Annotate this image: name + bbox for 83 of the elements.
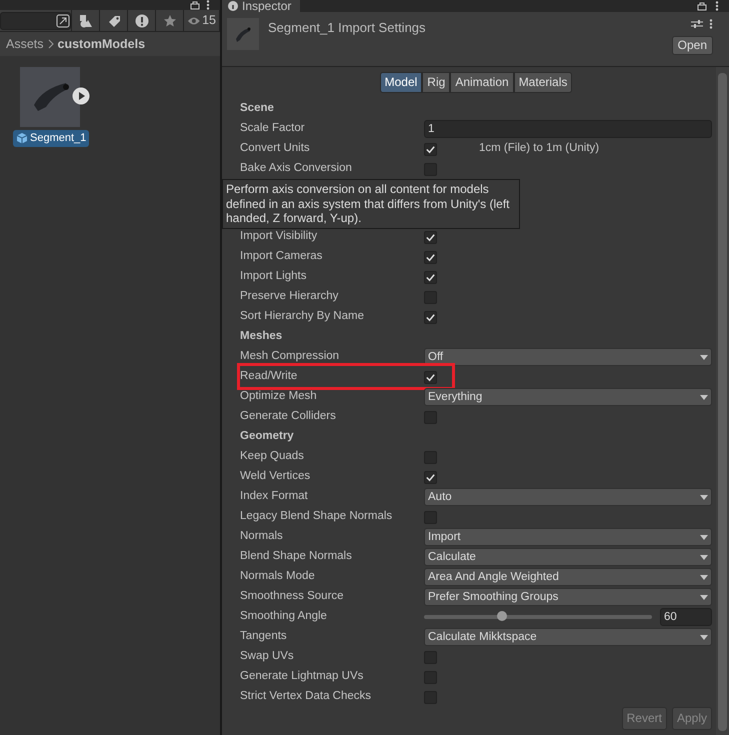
eye-icon (187, 16, 202, 26)
dropdown[interactable]: Import (424, 528, 712, 546)
import-tab[interactable]: Animation (450, 72, 514, 93)
caret-icon (700, 574, 708, 580)
field-label: Swap UVs (240, 649, 295, 664)
checkbox[interactable] (424, 270, 437, 284)
search-field[interactable] (0, 12, 72, 30)
section-header: Meshes (240, 329, 282, 344)
breadcrumb-item[interactable]: Assets (6, 34, 44, 54)
checkbox[interactable] (424, 310, 437, 324)
caret-icon (700, 594, 708, 600)
maximize-icon[interactable] (56, 14, 70, 28)
checkbox[interactable] (424, 230, 437, 244)
breadcrumb-item[interactable]: customModels (58, 34, 146, 54)
field-label: Preserve Hierarchy (240, 289, 340, 304)
section-header: Scene (240, 101, 274, 116)
dropdown[interactable]: Calculate Mikktspace (424, 628, 712, 646)
field-label: Read/Write (240, 369, 298, 384)
field-label: Generate Lightmap UVs (240, 669, 364, 684)
tag-icon (106, 14, 121, 28)
star-icon (162, 14, 177, 28)
caret-icon (700, 634, 708, 640)
import-tab[interactable]: Materials (514, 72, 572, 93)
exclamation-icon (134, 14, 149, 28)
input-field[interactable]: 1 (424, 120, 712, 138)
field-label: Index Format (240, 489, 309, 504)
field-label: Smoothing Angle (240, 609, 328, 624)
field-label: Legacy Blend Shape Normals (240, 509, 394, 524)
field-label: Normals Mode (240, 569, 316, 584)
checkbox[interactable] (424, 370, 437, 384)
dropdown[interactable]: Off (424, 348, 712, 366)
caret-icon (700, 554, 708, 560)
field-label: Generate Colliders (240, 409, 337, 424)
units-note: 1cm (File) to 1m (Unity) (479, 141, 600, 156)
field-label: Bake Axis Conversion (240, 161, 353, 176)
checkbox[interactable] (424, 142, 437, 156)
lock-icon[interactable] (190, 0, 200, 10)
dropdown[interactable]: Everything (424, 388, 712, 406)
checkbox[interactable] (424, 250, 437, 264)
menu-icon[interactable] (206, 0, 210, 10)
caret-icon (700, 494, 708, 500)
sliders-icon[interactable] (691, 18, 704, 30)
dropdown[interactable]: Auto (424, 488, 712, 506)
inspector-title: Segment_1 Import Settings (268, 19, 427, 37)
field-label: Import Cameras (240, 249, 324, 264)
field-label: Mesh Compression (240, 349, 340, 364)
asset-thumbnail[interactable] (20, 67, 80, 127)
tooltip: Perform axis conversion on all content for models defined in an axis system that differs from Unity's (left handed, Z forward, Y-up). (222, 179, 520, 228)
field-label: Blend Shape Normals (240, 549, 353, 564)
field-label: Strict Vertex Data Checks (240, 689, 372, 704)
field-label: Smoothness Source (240, 589, 345, 604)
chevron-icon (48, 39, 54, 49)
dropdown[interactable]: Prefer Smoothing Groups (424, 588, 712, 606)
field-label: Scale Factor (240, 121, 306, 136)
number-field[interactable]: 60 (660, 608, 712, 626)
dropdown[interactable]: Calculate (424, 548, 712, 566)
caret-icon (700, 394, 708, 400)
checkbox[interactable] (424, 470, 437, 484)
field-label: Import Visibility (240, 229, 318, 244)
menu-icon[interactable] (709, 19, 713, 29)
slider-thumb[interactable] (496, 611, 507, 621)
cube-icon (16, 132, 28, 144)
lock-icon[interactable] (697, 1, 707, 11)
field-label: Keep Quads (240, 449, 305, 464)
field-label: Convert Units (240, 141, 311, 156)
caret-icon (700, 354, 708, 360)
shapes-icon (78, 14, 93, 28)
field-label: Weld Vertices (240, 469, 312, 484)
field-label: Import Lights (240, 269, 308, 284)
asset-label[interactable]: Segment_1 (13, 130, 90, 146)
field-label: Sort Hierarchy By Name (240, 309, 365, 324)
caret-icon (700, 534, 708, 540)
import-tab[interactable]: Model (380, 72, 422, 93)
import-tab[interactable]: Rig (422, 72, 450, 93)
dropdown[interactable]: Area And Angle Weighted (424, 568, 712, 586)
scrollbar[interactable] (716, 67, 729, 735)
menu-icon[interactable] (715, 1, 719, 11)
open-button[interactable]: Open (672, 36, 713, 55)
field-label: Tangents (240, 629, 288, 644)
field-label: Optimize Mesh (240, 389, 318, 404)
play-icon[interactable] (72, 87, 90, 105)
field-label: Normals (240, 529, 284, 544)
section-header: Geometry (240, 429, 294, 444)
